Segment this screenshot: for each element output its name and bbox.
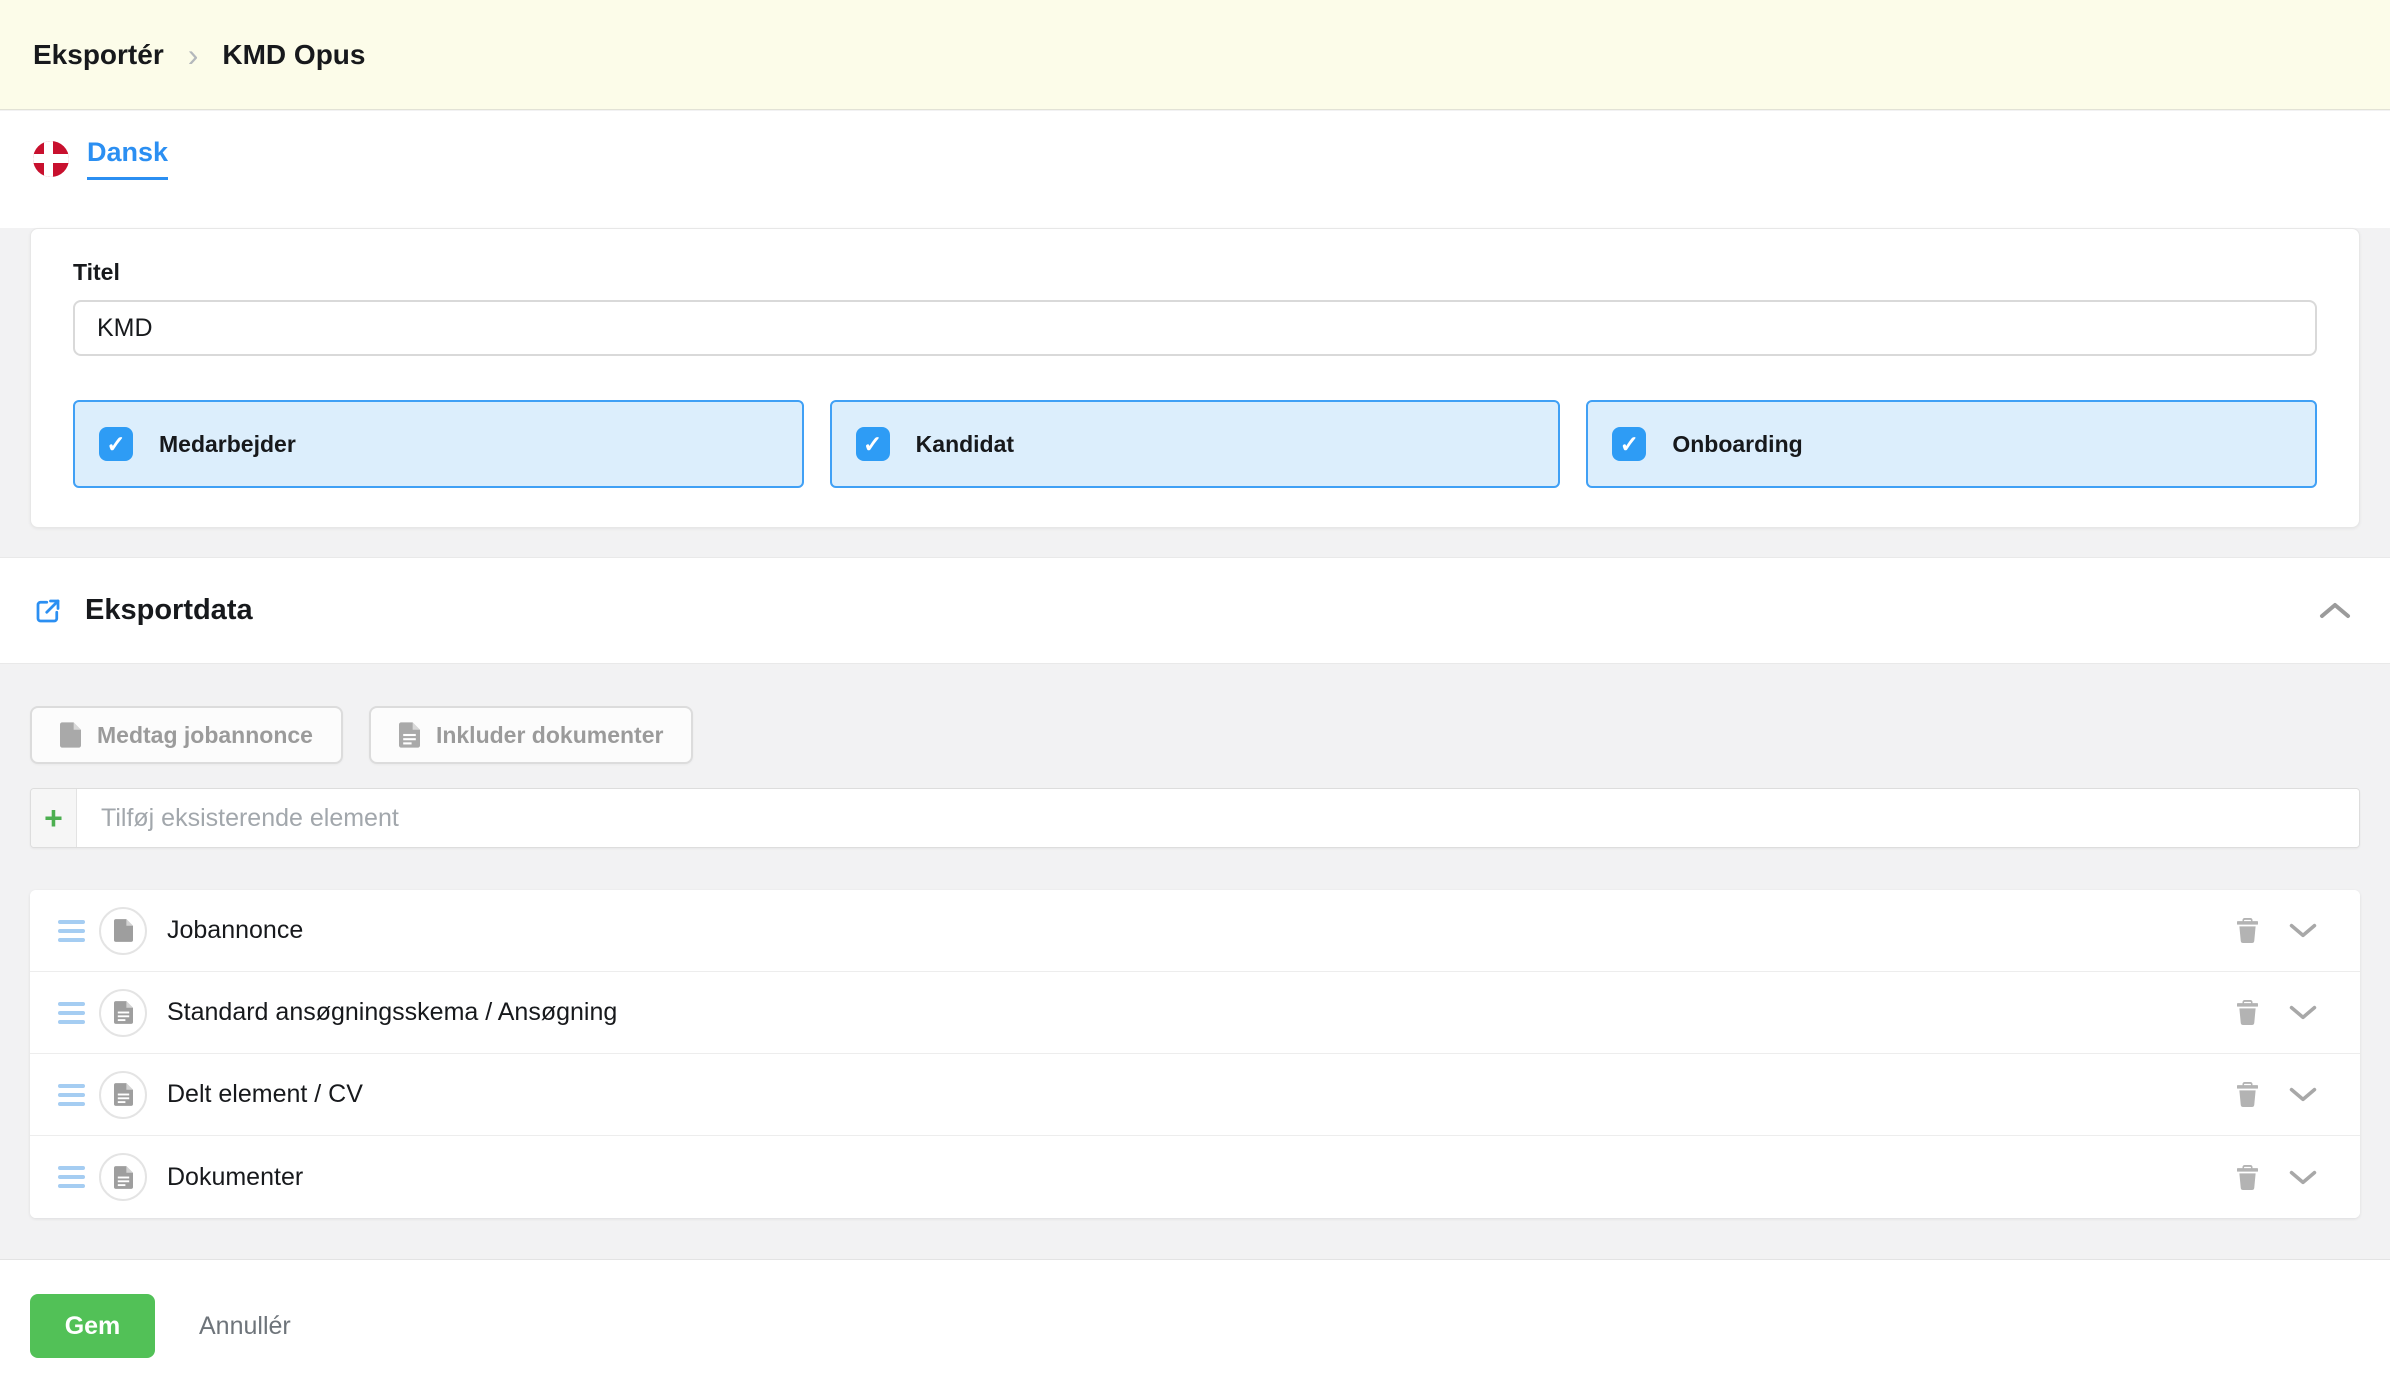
checkbox-tile-label: Medarbejder: [159, 431, 296, 458]
list-item-dokumenter: Dokumenter: [30, 1136, 2360, 1218]
checkbox-tile-kandidat[interactable]: ✓ Kandidat: [830, 400, 1561, 488]
delete-item-button[interactable]: [2237, 1082, 2258, 1107]
drag-handle-icon[interactable]: [58, 1078, 85, 1112]
document-icon: [114, 919, 133, 942]
list-item-label: Delt element / CV: [167, 1080, 363, 1109]
add-plus-button[interactable]: +: [31, 789, 77, 847]
export-element-list: Jobannonce: [30, 890, 2360, 1218]
chevron-up-icon: [2318, 601, 2352, 620]
checked-checkbox-icon[interactable]: ✓: [856, 427, 890, 461]
collapse-section-button[interactable]: [2318, 601, 2352, 620]
document-lines-icon: [114, 1083, 133, 1106]
document-lines-icon: [399, 722, 420, 748]
language-tab-label: Dansk: [87, 137, 168, 180]
add-existing-element-input[interactable]: [77, 789, 2359, 847]
expand-item-button[interactable]: [2288, 1004, 2318, 1021]
row-actions: [2237, 918, 2318, 943]
breadcrumb-current: KMD Opus: [222, 39, 365, 71]
element-avatar: [99, 1071, 147, 1119]
row-actions: [2237, 1000, 2318, 1025]
element-avatar: [99, 1153, 147, 1201]
include-documents-label: Inkluder dokumenter: [436, 722, 663, 749]
danish-flag-icon: [33, 141, 69, 177]
expand-item-button[interactable]: [2288, 922, 2318, 939]
delete-item-button[interactable]: [2237, 1165, 2258, 1190]
list-item-ansogning: Standard ansøgningsskema / Ansøgning: [30, 972, 2360, 1054]
checkbox-tile-onboarding[interactable]: ✓ Onboarding: [1586, 400, 2317, 488]
trash-icon: [2237, 918, 2258, 943]
breadcrumb-parent[interactable]: Eksportér: [33, 39, 164, 71]
expand-item-button[interactable]: [2288, 1086, 2318, 1103]
expand-item-button[interactable]: [2288, 1169, 2318, 1186]
title-field-label: Titel: [73, 259, 2317, 286]
export-section-title: Eksportdata: [85, 594, 253, 627]
page-header-banner: Eksportér › KMD Opus: [0, 0, 2390, 110]
drag-handle-icon[interactable]: [58, 1160, 85, 1194]
chevron-down-icon: [2288, 1086, 2318, 1103]
add-existing-element-bar: +: [30, 788, 2360, 848]
checkbox-tile-medarbejder[interactable]: ✓ Medarbejder: [73, 400, 804, 488]
export-settings-card: Titel ✓ Medarbejder ✓ Kandidat ✓ Onboard…: [30, 228, 2360, 528]
checkbox-tile-label: Onboarding: [1672, 431, 1802, 458]
language-tab-dansk[interactable]: Dansk: [33, 137, 168, 180]
language-row: Dansk: [0, 111, 2390, 228]
checkbox-tile-label: Kandidat: [916, 431, 1014, 458]
trash-icon: [2237, 1000, 2258, 1025]
type-checkbox-group: ✓ Medarbejder ✓ Kandidat ✓ Onboarding: [73, 400, 2317, 488]
document-icon: [60, 722, 81, 748]
export-toolbar: Medtag jobannonce Inkluder dokumenter: [30, 706, 693, 764]
document-lines-icon: [114, 1001, 133, 1024]
export-data-section-header: Eksportdata: [0, 557, 2390, 664]
checked-checkbox-icon[interactable]: ✓: [1612, 427, 1646, 461]
trash-icon: [2237, 1082, 2258, 1107]
checked-checkbox-icon[interactable]: ✓: [99, 427, 133, 461]
export-external-link-icon: [33, 596, 63, 626]
element-avatar: [99, 989, 147, 1037]
include-job-ad-button[interactable]: Medtag jobannonce: [30, 706, 343, 764]
row-actions: [2237, 1165, 2318, 1190]
title-input[interactable]: [73, 300, 2317, 356]
list-item-label: Standard ansøgningsskema / Ansøgning: [167, 998, 617, 1027]
list-item-cv: Delt element / CV: [30, 1054, 2360, 1136]
delete-item-button[interactable]: [2237, 918, 2258, 943]
breadcrumb-separator-icon: ›: [188, 39, 199, 71]
element-avatar: [99, 907, 147, 955]
trash-icon: [2237, 1165, 2258, 1190]
chevron-down-icon: [2288, 1004, 2318, 1021]
chevron-down-icon: [2288, 922, 2318, 939]
include-documents-button[interactable]: Inkluder dokumenter: [369, 706, 693, 764]
footer-action-bar: Gem Annullér: [0, 1259, 2390, 1392]
drag-handle-icon[interactable]: [58, 914, 85, 948]
document-lines-icon: [114, 1166, 133, 1189]
list-item-label: Jobannonce: [167, 916, 303, 945]
drag-handle-icon[interactable]: [58, 996, 85, 1030]
list-item-jobannonce: Jobannonce: [30, 890, 2360, 972]
plus-icon: +: [44, 800, 63, 837]
include-job-ad-label: Medtag jobannonce: [97, 722, 313, 749]
delete-item-button[interactable]: [2237, 1000, 2258, 1025]
list-item-label: Dokumenter: [167, 1163, 303, 1192]
chevron-down-icon: [2288, 1169, 2318, 1186]
row-actions: [2237, 1082, 2318, 1107]
save-button[interactable]: Gem: [30, 1294, 155, 1358]
cancel-button[interactable]: Annullér: [199, 1312, 291, 1341]
